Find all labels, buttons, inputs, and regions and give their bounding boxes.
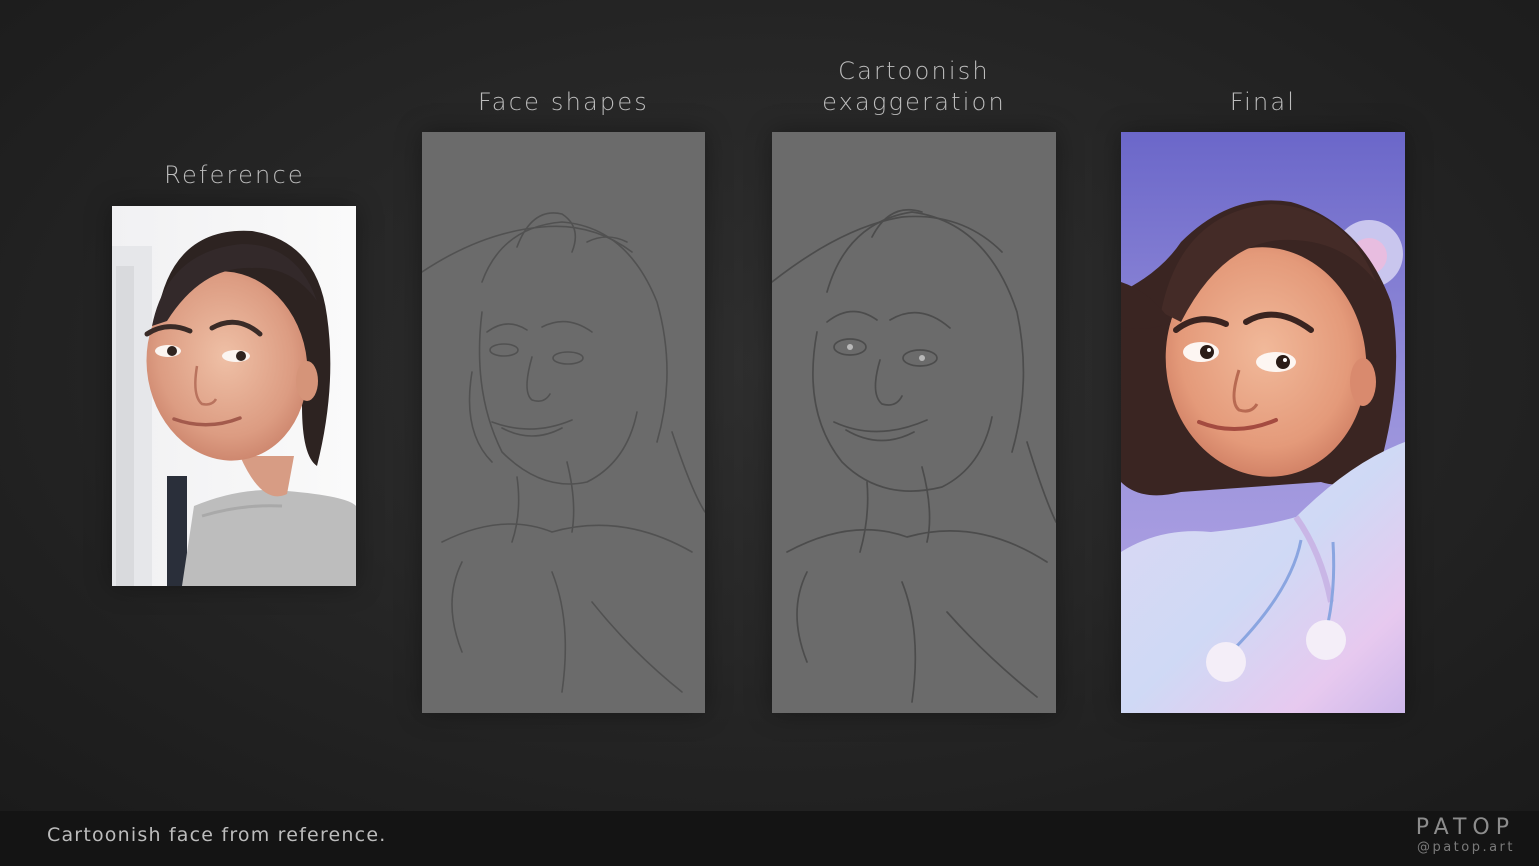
final-painting (1121, 132, 1405, 713)
face-shapes-sketch (422, 132, 705, 713)
slide-caption: Cartoonish face from reference. (47, 824, 387, 846)
brand-logo: PATOP @patop.art (1416, 816, 1515, 856)
reference-photo (112, 206, 356, 586)
footer-bar: Cartoonish face from reference. PATOP @p… (0, 811, 1539, 866)
face-shapes-title: Face shapes (477, 88, 650, 116)
brand-name: PATOP (1415, 815, 1515, 840)
reference-title: Reference (164, 161, 305, 189)
final-title: Final (1229, 88, 1297, 116)
exaggeration-title-line2: exaggeration (822, 88, 1006, 116)
brand-handle: @patop.art (1416, 840, 1515, 855)
slide-stage: Reference Face shapes Cartoonish exagger… (0, 0, 1539, 811)
exaggeration-title: Cartoonish exaggeration (772, 56, 1056, 118)
exaggeration-title-line1: Cartoonish (838, 57, 990, 85)
exaggeration-sketch (772, 132, 1056, 713)
